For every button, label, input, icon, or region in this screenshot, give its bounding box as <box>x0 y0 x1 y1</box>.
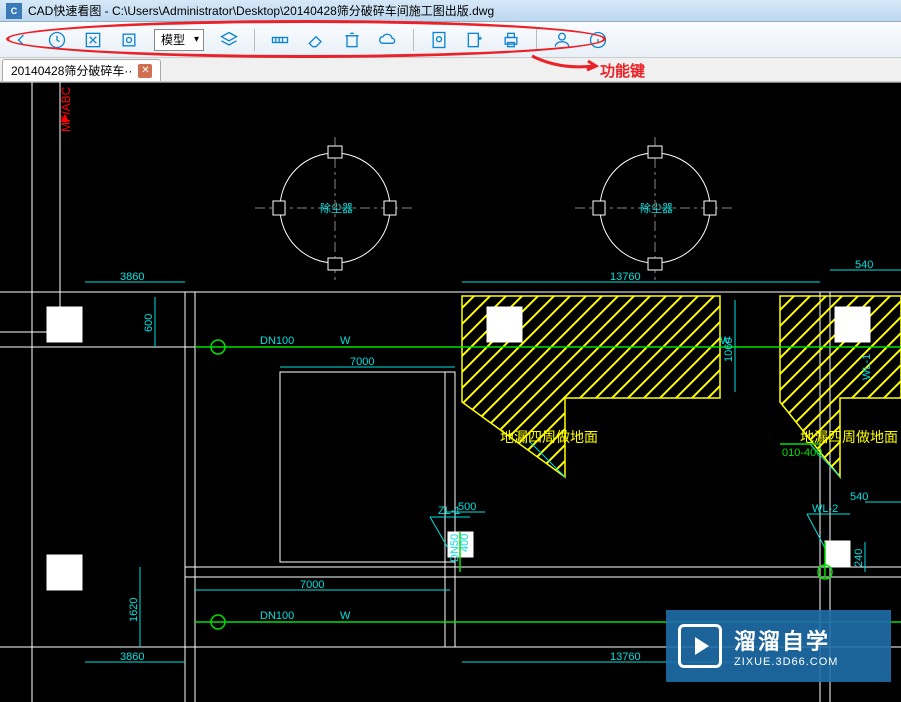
w1: W <box>340 335 351 347</box>
svg-text:▲: ▲ <box>58 109 72 125</box>
user-icon[interactable] <box>551 29 573 51</box>
model-select[interactable]: 模型 <box>154 29 204 51</box>
titlebar-app: CAD快速看图 <box>28 2 101 19</box>
zoom-extents-icon[interactable] <box>82 29 104 51</box>
yellow-note-1: 地漏四周做地面 <box>500 429 598 445</box>
dim-3860b: 3860 <box>120 651 144 663</box>
file-tab[interactable]: 20140428筛分破碎车·· ✕ <box>2 59 161 81</box>
drawing-canvas[interactable]: MF/ABC ▲ 除尘器 除尘器 3860 13760 540 600 7000… <box>0 82 901 702</box>
circle2-label: 除尘器 <box>640 201 673 215</box>
watermark-title: 溜溜自学 <box>734 624 838 656</box>
w3: W <box>340 610 351 622</box>
separator <box>413 29 414 51</box>
cloud-icon[interactable] <box>377 29 399 51</box>
print-icon[interactable] <box>500 29 522 51</box>
yellow-note-2: 地漏四周做地面 <box>800 429 898 445</box>
tabbar: 20140428筛分破碎车·· ✕ <box>0 58 901 82</box>
info-icon[interactable] <box>587 29 609 51</box>
layers-icon[interactable] <box>218 29 240 51</box>
dim-540b: 540 <box>850 491 868 503</box>
app-icon: C <box>6 3 22 19</box>
dim-13760: 13760 <box>610 271 641 283</box>
zoom-window-icon[interactable] <box>118 29 140 51</box>
tab-close-icon[interactable]: ✕ <box>138 64 152 78</box>
dim-1620: 1620 <box>128 598 140 622</box>
dim-13760b: 13760 <box>610 651 641 663</box>
search-doc-icon[interactable] <box>428 29 450 51</box>
delete-icon[interactable] <box>341 29 363 51</box>
titlebar-path: C:\Users\Administrator\Desktop\20140428筛… <box>112 2 494 19</box>
dn100-1: DN100 <box>260 335 294 347</box>
dim-600: 600 <box>143 314 155 332</box>
w2: W <box>720 335 731 347</box>
dim-7000b: 7000 <box>300 579 324 591</box>
wl1: WL-1 <box>861 354 873 380</box>
circle1-label: 除尘器 <box>320 201 353 215</box>
svg-text:DN50: DN50 <box>449 534 461 562</box>
green-label: 010-400 <box>782 447 822 459</box>
dim-500: 500 <box>458 501 476 513</box>
watermark: 溜溜自学 ZIXUE.3D66.COM <box>666 610 891 682</box>
separator <box>254 29 255 51</box>
titlebar: C CAD快速看图 - C:\Users\Administrator\Deskt… <box>0 0 901 22</box>
eraser-icon[interactable] <box>305 29 327 51</box>
watermark-logo-icon <box>678 624 722 668</box>
dim-540: 540 <box>855 259 873 271</box>
zl1: ZL-1 <box>438 505 461 517</box>
titlebar-sep: - <box>101 4 112 18</box>
watermark-url: ZIXUE.3D66.COM <box>734 656 838 668</box>
wl2: WL-2 <box>812 503 838 515</box>
dim-7000: 7000 <box>350 356 374 368</box>
toolbar: 模型 <box>0 22 901 58</box>
nav-left-icon[interactable] <box>10 29 32 51</box>
watermark-text: 溜溜自学 ZIXUE.3D66.COM <box>734 624 838 668</box>
tab-label: 20140428筛分破碎车·· <box>11 62 132 79</box>
measure-icon[interactable] <box>269 29 291 51</box>
export-icon[interactable] <box>464 29 486 51</box>
dim-240: 240 <box>853 549 865 567</box>
dn100-2: DN100 <box>260 610 294 622</box>
history-icon[interactable] <box>46 29 68 51</box>
dim-3860: 3860 <box>120 271 144 283</box>
separator <box>536 29 537 51</box>
